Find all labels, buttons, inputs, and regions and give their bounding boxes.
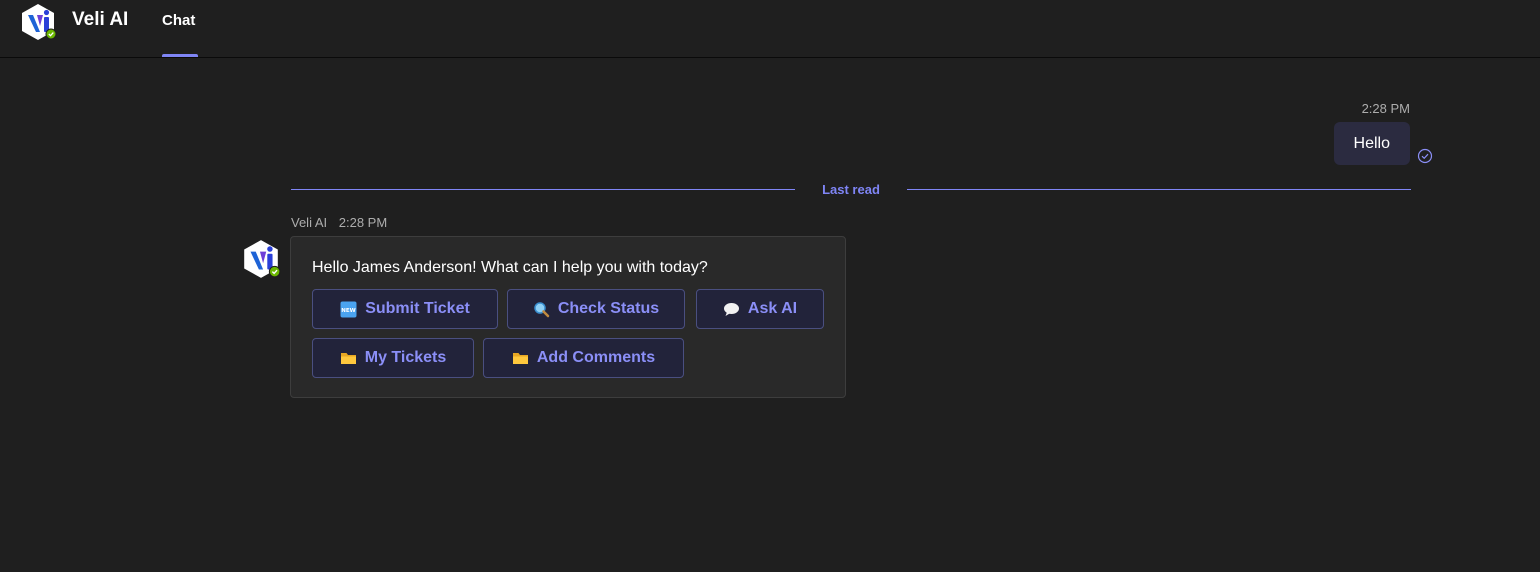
add-comments-label: Add Comments (536, 349, 656, 366)
veli-logo-icon[interactable] (18, 2, 58, 42)
read-receipt-icon (1417, 148, 1433, 164)
bot-message-time: 2:28 PM (338, 215, 388, 230)
last-read-label: Last read (822, 182, 880, 197)
ask-ai-button[interactable]: Ask AI (696, 289, 824, 329)
my-tickets-label: My Tickets (364, 349, 447, 366)
tab-chat-label: Chat (162, 12, 196, 29)
submit-ticket-label: Submit Ticket (365, 300, 470, 317)
bot-sender-name: Veli AI (291, 215, 328, 230)
folder-icon (340, 352, 356, 364)
tab-active-indicator (162, 54, 198, 57)
last-read-divider: Last read (291, 178, 1411, 202)
magnifier-icon (534, 301, 550, 317)
my-tickets-button[interactable]: My Tickets (312, 338, 474, 378)
submit-ticket-button[interactable]: NEW Submit Ticket (312, 289, 498, 329)
ask-ai-label: Ask AI (747, 300, 798, 317)
add-comments-button[interactable]: Add Comments (483, 338, 684, 378)
check-status-label: Check Status (557, 300, 660, 317)
outgoing-message-bubble[interactable]: Hello (1333, 122, 1410, 165)
tab-chat[interactable]: Chat (162, 0, 198, 57)
new-icon: NEW (340, 301, 357, 317)
check-status-button[interactable]: Check Status (507, 289, 685, 329)
chat-area: 2:28 PM Hello Last read Veli AI 2:28 PM … (0, 58, 1540, 572)
bot-message-meta: Veli AI 2:28 PM (291, 215, 395, 230)
bot-greeting-text: Hello James Anderson! What can I help yo… (312, 259, 708, 276)
outgoing-message-time: 2:28 PM (1361, 101, 1410, 116)
folder-icon (512, 352, 528, 364)
app-name: Veli AI (72, 9, 129, 30)
svg-text:NEW: NEW (341, 308, 355, 314)
divider-line-right (907, 189, 1411, 190)
bot-avatar[interactable] (240, 238, 282, 280)
bot-adaptive-card: Hello James Anderson! What can I help yo… (290, 236, 846, 398)
divider-line-left (291, 189, 795, 190)
app-header: Veli AI Chat (0, 0, 1540, 58)
speech-bubble-icon (723, 302, 739, 316)
